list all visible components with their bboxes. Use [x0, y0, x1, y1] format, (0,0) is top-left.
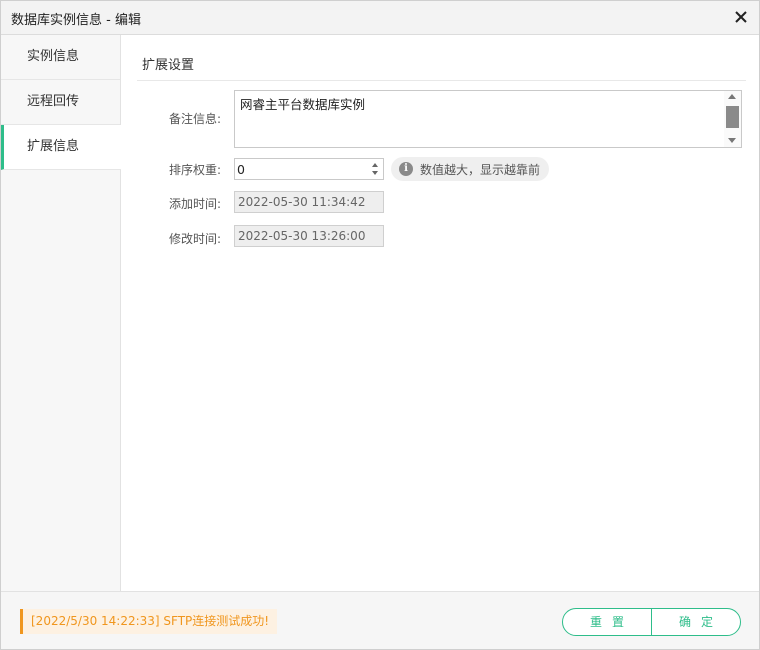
window-title: 数据库实例信息 - 编辑 [11, 13, 141, 28]
dialog-window: 数据库实例信息 - 编辑 实例信息 远程回传 扩展信息 扩展设置 备注信息: 网… [0, 0, 760, 650]
action-button-group: 重置 确定 [562, 608, 741, 636]
remark-textarea[interactable]: 网睿主平台数据库实例 [235, 91, 725, 147]
confirm-button[interactable]: 确定 [651, 609, 740, 635]
sort-weight-stepper [234, 158, 384, 180]
modified-time-field: 2022-05-30 13:26:00 [234, 225, 384, 247]
decrement-icon[interactable] [372, 171, 378, 175]
sort-weight-input[interactable] [235, 159, 365, 179]
stepper-arrows [367, 159, 383, 179]
modified-label: 修改时间: [168, 232, 221, 246]
sidebar-item-instance-info[interactable]: 实例信息 [1, 35, 120, 80]
section-divider [137, 80, 746, 81]
sort-label: 排序权重: [168, 163, 221, 177]
created-time-field: 2022-05-30 11:34:42 [234, 191, 384, 213]
remark-field-wrapper: 网睿主平台数据库实例 [234, 90, 742, 148]
scroll-down-icon[interactable] [728, 138, 736, 143]
sidebar-item-label: 实例信息 [27, 49, 80, 64]
close-icon[interactable] [731, 7, 751, 27]
sidebar-item-remote-return[interactable]: 远程回传 [1, 80, 120, 125]
sort-hint-text: 数值越大，显示越靠前 [420, 162, 541, 177]
footer-bar: [2022/5/30 14:22:33] SFTP连接测试成功! 重置 确定 [1, 591, 759, 649]
scroll-thumb[interactable] [726, 106, 739, 128]
sort-hint-badge: i 数值越大，显示越靠前 [391, 157, 550, 181]
info-icon: i [399, 162, 413, 176]
scroll-up-icon[interactable] [728, 94, 736, 99]
sidebar-item-extended-info[interactable]: 扩展信息 [1, 125, 121, 170]
sidebar-item-label: 扩展信息 [27, 139, 80, 154]
reset-button[interactable]: 重置 [563, 609, 651, 635]
created-label: 添加时间: [168, 197, 221, 211]
increment-icon[interactable] [372, 163, 378, 167]
title-bar: 数据库实例信息 - 编辑 [1, 1, 759, 35]
sidebar: 实例信息 远程回传 扩展信息 [1, 35, 121, 591]
remark-label: 备注信息: [168, 112, 221, 126]
status-message: [2022/5/30 14:22:33] SFTP连接测试成功! [20, 609, 277, 634]
sidebar-item-label: 远程回传 [27, 94, 80, 109]
remark-scrollbar[interactable] [724, 91, 741, 147]
main-content: 扩展设置 备注信息: 网睿主平台数据库实例 排序权重: i 数值越大，显示越靠前… [121, 35, 759, 591]
section-title: 扩展设置 [142, 58, 195, 73]
